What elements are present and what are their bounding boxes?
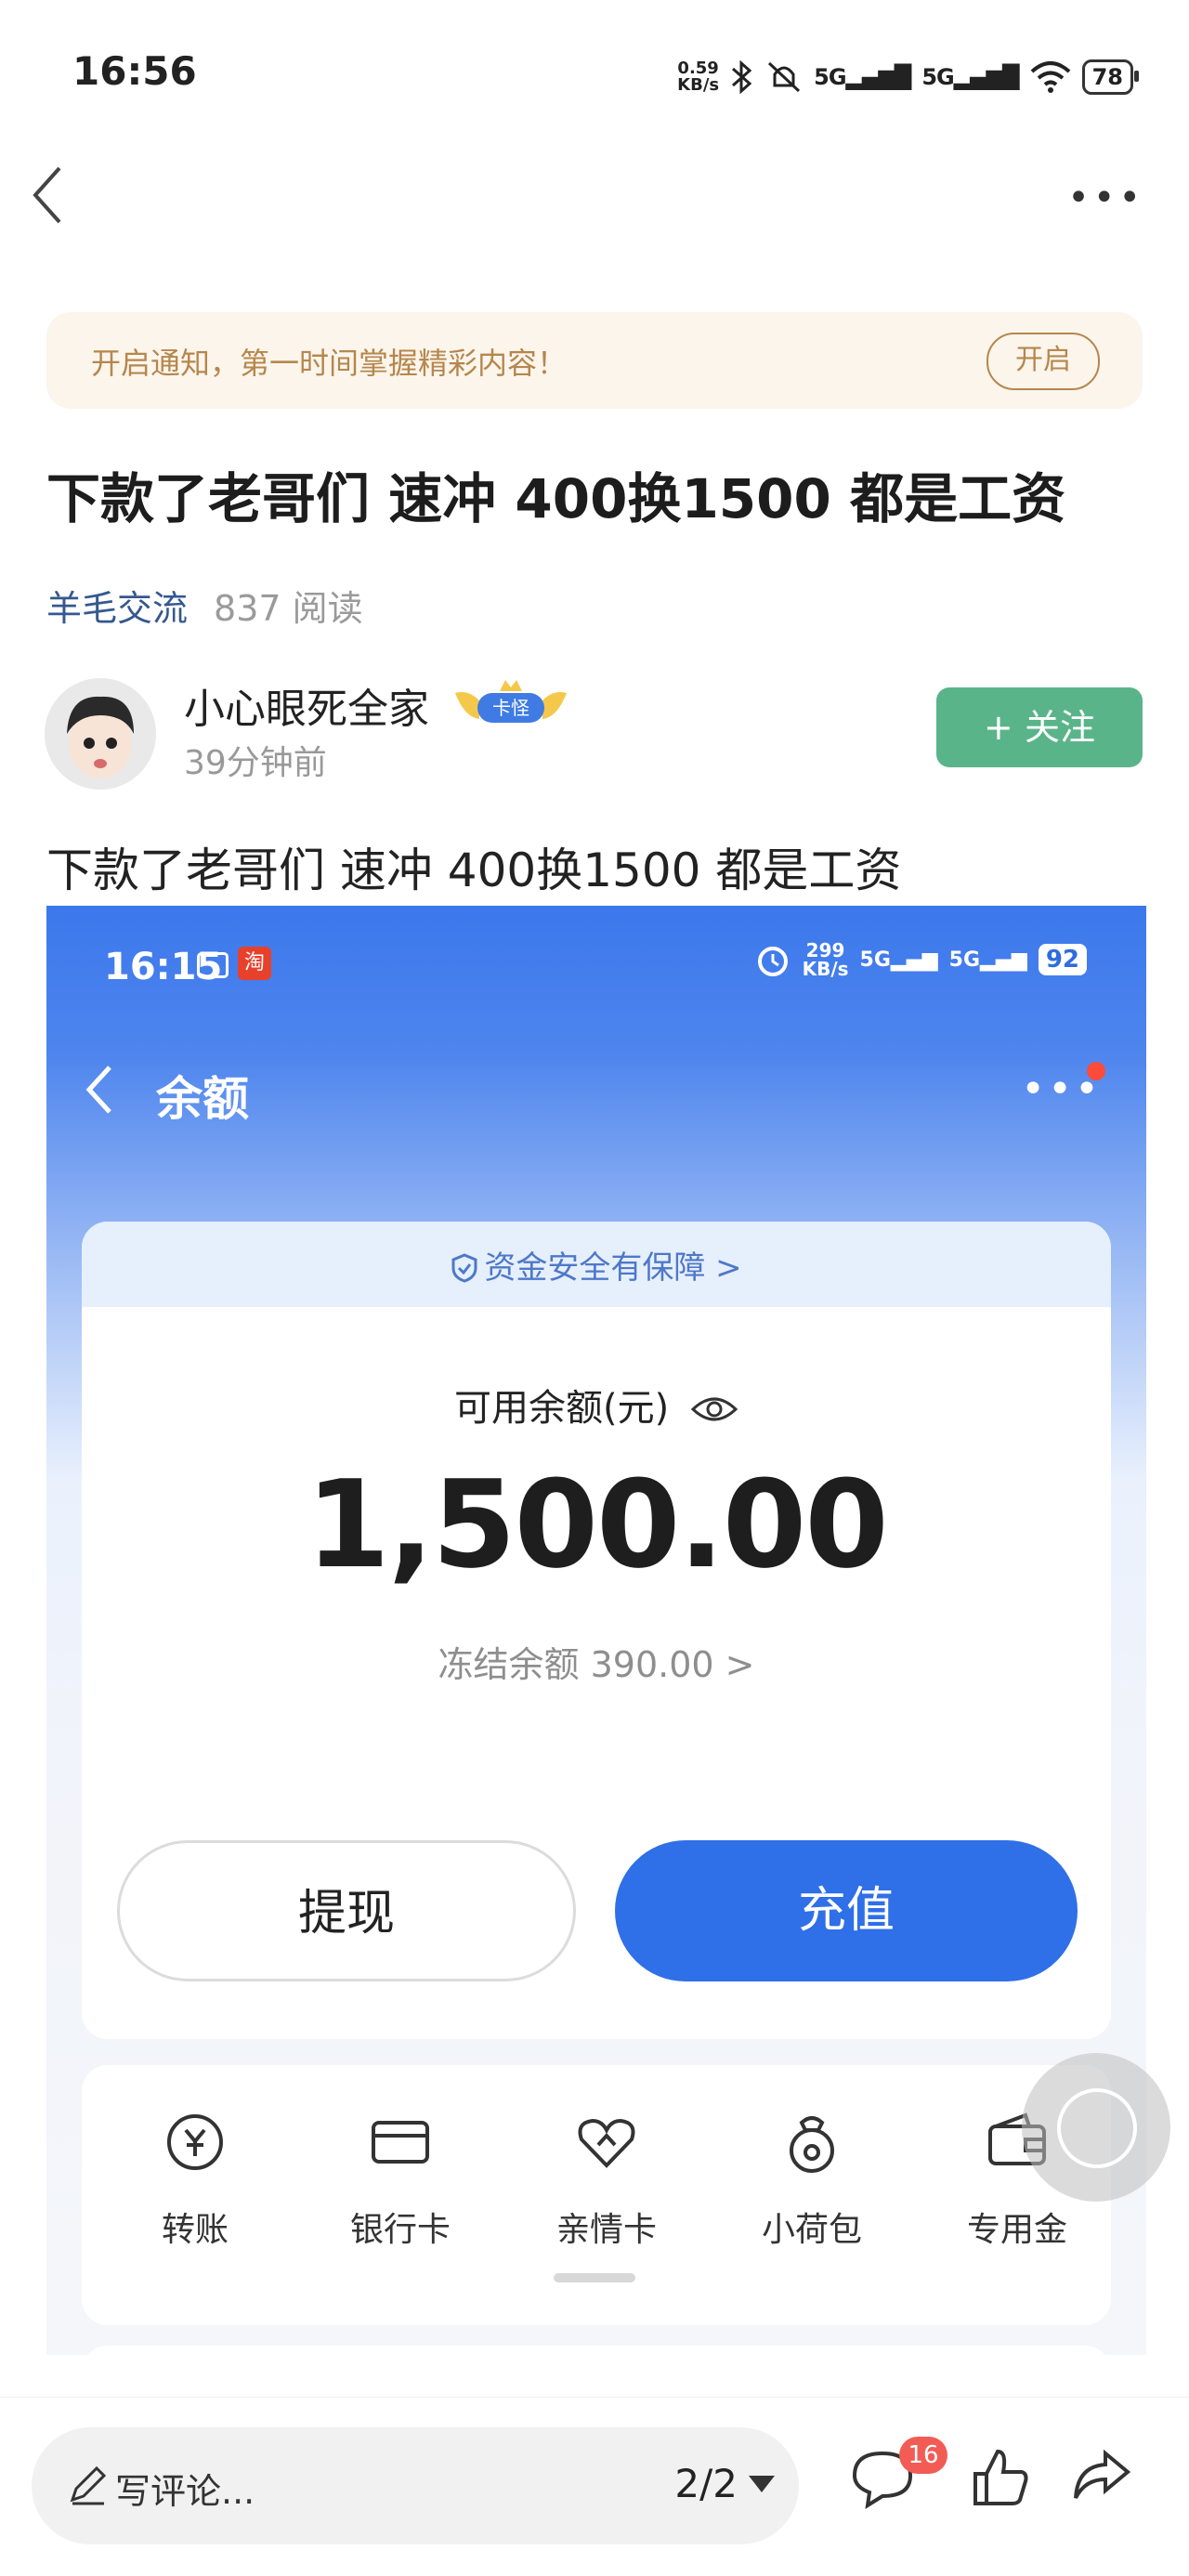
mute-icon — [768, 61, 801, 93]
notification-banner: 开启通知，第一时间掌握精彩内容！ 开启 — [46, 312, 1143, 409]
image-battery: 92 — [1038, 944, 1087, 975]
top-up-button: 充值 — [615, 1840, 1078, 1981]
post-time: 39分钟前 — [184, 744, 327, 782]
image-signal-label: 5G — [859, 948, 891, 972]
image-back-icon — [85, 1066, 111, 1114]
app-icon: 淘 — [238, 947, 271, 980]
net-speed: 0.59 KB/s — [677, 60, 719, 94]
image-signal-icon: 5G▂▄▆ — [948, 948, 1027, 972]
more-options-icon[interactable]: ••• — [1067, 177, 1144, 219]
balance-card: 资金安全有保障 > 可用余额(元) 1,500.00 冻结余额 390.00 >… — [82, 1222, 1111, 2039]
tool-label: 亲情卡 — [555, 2211, 657, 2249]
wifi-icon — [1030, 61, 1070, 93]
comment-count-badge: 16 — [899, 2437, 947, 2474]
shield-icon — [451, 1253, 477, 1283]
security-banner: 资金安全有保障 > — [82, 1222, 1111, 1307]
tool-bank-card: 银行卡 — [307, 2110, 493, 2251]
floating-circle-icon — [1057, 2088, 1137, 2168]
floating-assist-button[interactable] — [1022, 2053, 1170, 2202]
status-icons: 0.59 KB/s 5G▂▄▆█ 5G▂▄▆█ 78 — [677, 54, 1140, 100]
alarm-icon — [757, 947, 788, 976]
image-net-speed-value: 299 — [805, 939, 845, 961]
post-body: 下款了老哥们 速冲 400换1500 都是工资 — [46, 843, 902, 897]
post-image[interactable]: 16:15 淘 299 KB/s 5G▂▄▆ 5G▂▄▆ 92 余额 ••• 资… — [46, 906, 1146, 2355]
page-indicator[interactable]: 2/2 — [674, 2461, 738, 2506]
like-icon[interactable] — [966, 2444, 1033, 2511]
comment-placeholder: 写评论... — [115, 2471, 255, 2512]
tool-label: 专用金 — [966, 2211, 1067, 2249]
security-text: 资金安全有保障 > — [82, 1242, 1111, 1288]
pouch-icon — [790, 2116, 834, 2173]
follow-button[interactable]: + 关注 — [936, 687, 1143, 767]
post-meta: 羊毛交流 837 阅读 — [46, 580, 363, 631]
avatar[interactable] — [45, 678, 156, 790]
pencil-icon — [70, 2465, 107, 2505]
tools-card: 转账 银行卡 亲情卡 小荷包 专用金 — [82, 2065, 1111, 2325]
status-time: 16:56 — [72, 48, 197, 94]
signal-label: 5G — [921, 64, 954, 90]
tool-label: 小荷包 — [761, 2211, 862, 2249]
post-title: 下款了老哥们 速冲 400换1500 都是工资 — [46, 467, 1066, 530]
author-name[interactable]: 小心眼死全家 — [184, 675, 429, 735]
pager-indicator — [554, 2273, 635, 2282]
share-icon[interactable] — [1068, 2444, 1135, 2511]
author-badge-icon: 卡怪 — [455, 680, 567, 723]
balance-value: 1,500.00 — [306, 1454, 889, 1595]
signal-icon: 5G▂▄▆█ — [921, 64, 1019, 90]
category-link[interactable]: 羊毛交流 — [46, 588, 188, 629]
frozen-balance: 冻结余额 390.00 > — [438, 1644, 755, 1685]
notification-text: 开启通知，第一时间掌握精彩内容！ — [91, 346, 568, 381]
balance-label: 可用余额(元) — [82, 1378, 1111, 1432]
message-icon — [197, 952, 229, 978]
signal-label: 5G — [814, 64, 846, 90]
image-net-speed: 299 KB/s — [803, 941, 849, 978]
family-card-icon — [578, 2118, 635, 2168]
tool-label: 银行卡 — [349, 2211, 451, 2249]
tool-transfer: 转账 — [102, 2110, 288, 2251]
image-signal-label: 5G — [948, 948, 981, 972]
eye-icon — [690, 1397, 738, 1421]
withdraw-button: 提现 — [117, 1840, 576, 1981]
bank-card-icon — [372, 2121, 429, 2164]
notification-dot — [1087, 1062, 1105, 1080]
badge-label: 卡怪 — [492, 697, 529, 719]
tool-label: 转账 — [161, 2211, 229, 2249]
net-speed-unit: KB/s — [677, 75, 720, 95]
signal-icon: 5G▂▄▆█ — [814, 64, 911, 90]
tool-pouch: 小荷包 — [719, 2110, 905, 2251]
read-count: 837 阅读 — [214, 588, 363, 629]
enable-notification-button[interactable]: 开启 — [986, 333, 1100, 390]
comment-input[interactable]: 写评论... 2/2 — [32, 2427, 799, 2544]
security-label: 资金安全有保障 > — [484, 1249, 742, 1287]
chevron-down-icon[interactable] — [749, 2476, 775, 2492]
image-page-title: 余额 — [156, 1072, 249, 1126]
image-status-right-icons: 299 KB/s 5G▂▄▆ 5G▂▄▆ 92 — [754, 941, 1087, 978]
image-signal-icon: 5G▂▄▆ — [859, 948, 938, 972]
balance-label-text: 可用余额(元) — [454, 1387, 670, 1430]
image-status-left-icons: 淘 — [197, 947, 271, 980]
bottom-bar: 写评论... 2/2 16 — [0, 2397, 1189, 2576]
battery-indicator: 78 — [1081, 59, 1140, 95]
next-card — [82, 2346, 1111, 2355]
tool-family-card: 亲情卡 — [514, 2110, 699, 2251]
transfer-icon — [167, 2114, 223, 2170]
back-arrow-icon[interactable] — [28, 163, 65, 228]
avatar-image — [45, 678, 156, 790]
bluetooth-icon — [732, 59, 752, 95]
image-net-speed-unit: KB/s — [802, 958, 849, 980]
